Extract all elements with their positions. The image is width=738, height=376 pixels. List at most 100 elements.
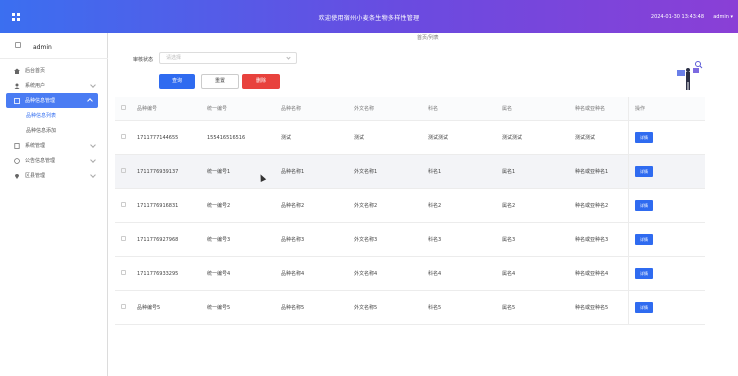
detail-button[interactable]: 详情 [635,234,653,245]
cell: 统一编号5 [207,305,231,311]
breadcrumb: 首页/列表 [417,35,439,41]
cell: 种名或亚种名4 [575,271,609,277]
sidebar-item-home[interactable]: 后台首页 [0,63,108,78]
sidebar: admin 后台首页 系统用户 品种信息管理 品种信息列表 品种信息添加 系统管… [0,33,108,376]
row-checkbox[interactable] [121,304,126,309]
sidebar-item-districts[interactable]: 区县管理 [0,168,108,183]
row-checkbox[interactable] [121,202,126,207]
cell: 属名5 [502,305,516,311]
column-header: 种名或亚种名 [575,106,606,112]
detail-button[interactable]: 详情 [635,132,653,143]
cell: 外文名称2 [354,203,378,209]
clock-icon [14,157,20,164]
cell: 科名5 [428,305,442,311]
row-checkbox[interactable] [121,236,126,241]
chevron-up-icon [87,98,93,104]
cell: 科名3 [428,237,442,243]
cell: 测试测试 [575,135,596,141]
chevron-down-icon [90,157,96,163]
column-header: 外文名称 [354,106,375,112]
table-row: 1711776927968 统一编号3 品种名称3 外文名称3 科名3 属名3 … [115,223,705,257]
sidebar-item-announcements[interactable]: 公告信息管理 [0,153,108,168]
cell: 统一编号4 [207,271,231,277]
status-select[interactable]: 请选择 [159,52,297,64]
cell: 测试 [354,135,365,141]
sidebar-item-users[interactable]: 系统用户 [0,78,108,93]
cell: 品种编号5 [137,305,161,311]
row-checkbox[interactable] [121,134,126,139]
cell: 统一编号2 [207,203,231,209]
illustration [673,58,709,94]
table-row: 1711776939137 统一编号1 品种名称1 外文名称1 科名1 属名1 … [115,155,705,189]
cell: 外文名称4 [354,271,378,277]
cell: 测试 [281,135,292,141]
cell: 品种名称4 [281,271,305,277]
profile-name: admin [33,44,52,51]
cell: 1711776916831 [137,202,179,209]
cell: 种名或亚种名1 [575,169,609,175]
select-all-checkbox[interactable] [121,105,126,110]
table-row: 品种编号5 统一编号5 品种名称5 外文名称5 科名5 属名5 种名或亚种名5 … [115,291,705,325]
sidebar-item-variety-add[interactable]: 品种信息添加 [0,123,108,138]
cell: 外文名称1 [354,169,378,175]
detail-button[interactable]: 详情 [635,166,653,177]
reset-button[interactable]: 重置 [201,74,239,89]
sidebar-item-system[interactable]: 系统管理 [0,138,108,153]
cell: 科名2 [428,203,442,209]
cell: 属名2 [502,203,516,209]
main-content: 首页/列表 审核状态 请选择 查询 重置 删除 品种编号 统一编号 品种名称 外… [109,33,738,376]
cell: 品种名称5 [281,305,305,311]
caret-down-icon: ▾ [728,14,733,20]
cell: 155416516516 [207,134,246,141]
chevron-down-icon [90,142,96,148]
sidebar-item-label: 品种信息添加 [26,128,57,134]
user-name[interactable]: admin [713,14,729,20]
cell: 属名3 [502,237,516,243]
cell: 1711776933295 [137,270,179,277]
chevron-down-icon [90,172,96,178]
user-icon [14,83,20,89]
cell: 种名或亚种名2 [575,203,609,209]
sidebar-item-variety-list[interactable]: 品种信息列表 [0,108,108,123]
column-header: 属名 [502,106,513,112]
cell: 统一编号3 [207,237,231,243]
column-header: 科名 [428,106,439,112]
sidebar-item-variety-management[interactable]: 品种信息管理 [6,93,98,108]
sidebar-item-label: 区县管理 [25,173,46,179]
cell: 科名4 [428,271,442,277]
user-menu[interactable]: admin ▾ [713,14,733,20]
cell: 测试测试 [428,135,449,141]
status-select-placeholder: 请选择 [166,55,182,61]
home-icon [14,68,20,74]
sidebar-item-label: 品种信息列表 [26,113,57,119]
avatar [15,42,21,48]
detail-button[interactable]: 详情 [635,268,653,279]
cell: 外文名称5 [354,305,378,311]
delete-button[interactable]: 删除 [242,74,280,89]
top-header: 欢迎使用宿州小麦条生物多样性管理 2024-01-30 13:43:48 adm… [0,0,738,33]
cell: 品种名称2 [281,203,305,209]
table-row: 1711776933295 统一编号4 品种名称4 外文名称4 科名4 属名4 … [115,257,705,291]
cell: 种名或亚种名5 [575,305,609,311]
table-header: 品种编号 统一编号 品种名称 外文名称 科名 属名 种名或亚种名 操作 [115,96,705,121]
column-header: 品种名称 [281,106,302,112]
chevron-down-icon [286,55,291,60]
cell: 科名1 [428,169,442,175]
column-header: 品种编号 [137,106,158,112]
table-row: 1711777144655 155416516516 测试 测试 测试测试 测试… [115,121,705,155]
location-icon [14,173,20,179]
row-checkbox[interactable] [121,270,126,275]
table-row: 1711776916831 统一编号2 品种名称2 外文名称2 科名2 属名2 … [115,189,705,223]
column-header: 操作 [628,96,688,121]
profile: admin [0,33,108,59]
row-checkbox[interactable] [121,168,126,173]
detail-button[interactable]: 详情 [635,302,653,313]
detail-button[interactable]: 详情 [635,200,653,211]
cell: 外文名称3 [354,237,378,243]
chevron-down-icon [90,82,96,88]
clipboard-icon [14,97,20,104]
cell: 种名或亚种名3 [575,237,609,243]
search-button[interactable]: 查询 [159,74,195,89]
sidebar-item-label: 系统用户 [25,83,46,89]
cell: 统一编号1 [207,169,231,175]
